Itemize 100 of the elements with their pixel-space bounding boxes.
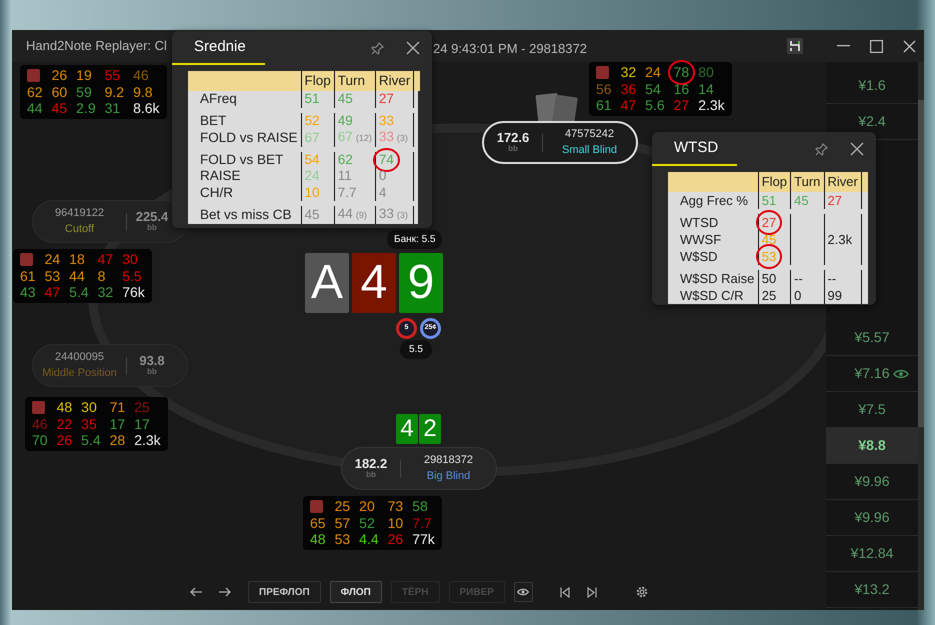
hand-amount: ¥13.2 (854, 580, 890, 599)
stat-value: 4 (378, 184, 386, 200)
stat-value: 54 (304, 152, 320, 166)
skip-back-icon[interactable] (560, 586, 570, 598)
hud-stat: 73 (388, 498, 404, 514)
stat-value: 33 (378, 206, 394, 221)
eye-button[interactable] (514, 582, 533, 602)
hud-stat: 7.7 (412, 514, 432, 531)
scrollbar-thumb[interactable] (918, 100, 924, 427)
hand-row[interactable]: ¥8.8 (826, 428, 918, 464)
close-icon[interactable] (903, 40, 916, 52)
stat-value: 44 (338, 206, 353, 221)
stack-unit: bb (147, 224, 157, 234)
hud-stat: 57 (334, 514, 350, 531)
stat-value: 33 (378, 112, 394, 128)
hud-stat: 27 (674, 97, 690, 114)
hud-stat: 44 (69, 268, 85, 284)
hud-stat: 5.5 (122, 268, 142, 284)
stat-label: W$SD C/R (679, 287, 745, 304)
hud-stat: 25 (134, 399, 150, 416)
stat-value: 45 (304, 206, 320, 222)
close-icon[interactable] (850, 142, 864, 156)
hud-stat: 71 (110, 399, 126, 416)
hud-stat: 10 (388, 514, 404, 531)
stat-value: 50 (762, 271, 776, 286)
sample-size: (9) (356, 210, 367, 220)
stat-value: 49 (338, 112, 353, 128)
stat-label: Agg Frec % (679, 192, 749, 209)
player-id: 96419122 (55, 206, 104, 221)
hand-amount: ¥1.6 (858, 76, 886, 95)
stat-value: 51 (304, 91, 320, 106)
stat-value: 67 (304, 130, 320, 144)
hud-stat: 24 (645, 64, 661, 80)
stat-value: 27 (762, 215, 776, 230)
stat-value: 33 (378, 129, 394, 144)
hud-stat: 61 (20, 268, 36, 284)
hud-stat: 47 (44, 284, 60, 300)
seat-position: Big Blind (426, 468, 470, 484)
stat-label: WTSD (679, 214, 720, 231)
hud-stat: 2.3k (698, 97, 725, 114)
hud-stat: 8 (98, 268, 106, 284)
seat-position: Small Blind (562, 142, 618, 158)
stat-label: BET (199, 112, 228, 129)
hand-amount: ¥7.5 (858, 400, 886, 419)
hud-stat: 5.4 (81, 432, 101, 448)
layout-icon[interactable] (787, 38, 803, 54)
hud-stat: 36 (620, 80, 636, 97)
stat-label: RAISE (199, 168, 242, 184)
hud-stat: 55 (104, 67, 120, 84)
hud-stat: 17 (110, 416, 126, 432)
hand-amount: ¥5.57 (854, 328, 890, 347)
stat-value: 0 (378, 168, 386, 183)
stat-value: 53 (762, 249, 776, 264)
seat-position: Cutoff (64, 222, 94, 236)
hud-stat: 78 (674, 64, 690, 80)
skip-forward-icon[interactable] (586, 586, 597, 598)
hud-stat: 60 (52, 84, 68, 100)
settings-icon[interactable] (636, 586, 648, 598)
hud-stat: 59 (76, 84, 92, 100)
hand-amount: ¥12.84 (850, 544, 894, 563)
popup-tab[interactable]: WTSD (652, 132, 737, 166)
pin-icon[interactable] (371, 42, 384, 54)
hud-stat: 80 (698, 64, 714, 80)
hud-stat: 58 (412, 498, 428, 514)
stat-value: 74 (378, 152, 394, 166)
playing-card: 2 (419, 414, 441, 444)
hud-stat: 4.4 (359, 531, 379, 548)
hud-stat: 35 (81, 416, 97, 432)
popup-tab[interactable]: Srednie (172, 31, 265, 65)
sample-size: (12) (356, 133, 372, 143)
stat-label: FOLD vs BET (199, 152, 284, 168)
arrow-right-icon[interactable] (218, 587, 231, 597)
player-id: 29818372 (424, 452, 473, 468)
stack-amount: 182.2 (354, 456, 388, 471)
hud-stat: 9.2 (104, 84, 124, 100)
hud-stat: 56 (596, 80, 612, 97)
hud-stat: 25 (334, 498, 350, 514)
hud-stat: 9.8 (133, 84, 153, 100)
hand-amount: ¥7.16 (854, 364, 890, 383)
hand-amount: ¥8.8 (858, 436, 886, 455)
hud-stat: 26 (388, 531, 404, 548)
hand-amount: ¥2.4 (858, 112, 886, 131)
playing-card: 4 (352, 253, 396, 313)
arrow-left-icon[interactable] (190, 587, 203, 597)
maximize-icon[interactable] (870, 40, 883, 52)
stat-label: FOLD vs RAISE (199, 129, 299, 146)
street-button[interactable]: ФЛОП (330, 581, 382, 603)
eye-icon (517, 588, 530, 596)
hud-stat: 22 (56, 416, 72, 432)
hud-stat: 48 (310, 531, 326, 548)
close-icon[interactable] (406, 41, 420, 55)
hud-stat: 47 (620, 97, 636, 114)
pin-icon[interactable] (815, 142, 828, 156)
street-button[interactable]: ПРЕФЛОП (248, 581, 321, 603)
hud-stat: 28 (110, 432, 126, 448)
minimize-icon[interactable] (837, 45, 850, 47)
hud-stat: 45 (52, 100, 68, 116)
hud-stat: 47 (98, 251, 114, 268)
column-header: Turn (790, 172, 824, 192)
stat-value: 0 (794, 288, 802, 303)
